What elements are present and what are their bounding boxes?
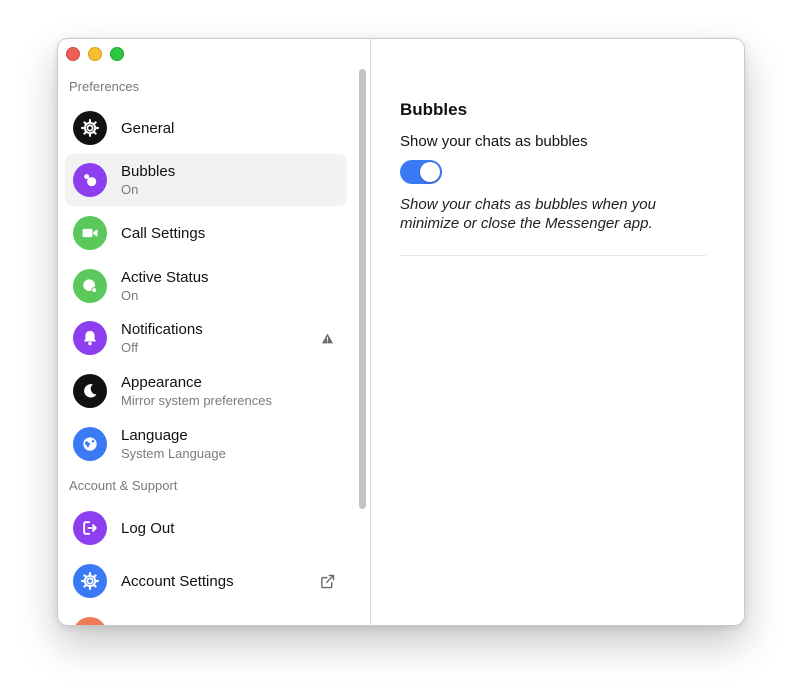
section-header-preferences: Preferences bbox=[69, 79, 140, 94]
logout-icon bbox=[73, 511, 107, 545]
sidebar-item-label: Appearance bbox=[121, 373, 202, 391]
sidebar-item-label: Active Status bbox=[121, 268, 209, 286]
bubbles-setting-description: Show your chats as bubbles when you mini… bbox=[400, 196, 656, 232]
gear-icon bbox=[73, 564, 107, 598]
sidebar-item-account-settings[interactable]: Account Settings bbox=[65, 555, 347, 607]
video-camera-icon bbox=[73, 216, 107, 250]
sidebar-item-label: Log Out bbox=[121, 519, 175, 537]
gear-icon bbox=[73, 111, 107, 145]
preferences-window: Preferences General Bubbles On Call Sett… bbox=[57, 38, 745, 626]
sidebar-item-general[interactable]: General bbox=[65, 102, 347, 154]
section-header-account-support: Account & Support bbox=[69, 478, 178, 493]
sidebar-item-appearance[interactable]: Appearance Mirror system preferences bbox=[65, 365, 347, 417]
zoom-window-button[interactable] bbox=[110, 47, 124, 61]
bell-icon bbox=[73, 321, 107, 355]
bubbles-toggle[interactable] bbox=[400, 160, 442, 184]
external-link-icon bbox=[317, 571, 337, 591]
sidebar-item-language[interactable]: Language System Language bbox=[65, 418, 347, 470]
sidebar-item-label: Bubbles bbox=[121, 162, 176, 180]
sidebar-item-status: Off bbox=[121, 339, 139, 355]
sidebar-item-status: Mirror system preferences bbox=[121, 392, 272, 408]
active-status-icon bbox=[73, 269, 107, 303]
sidebar-item-log-out[interactable]: Log Out bbox=[65, 502, 347, 554]
toggle-knob bbox=[420, 162, 440, 182]
moon-icon bbox=[73, 374, 107, 408]
page-title: Bubbles bbox=[400, 100, 468, 119]
sidebar-item-label: Call Settings bbox=[121, 224, 206, 242]
sidebar-item-active-status[interactable]: Active Status On bbox=[65, 260, 347, 312]
globe-icon bbox=[73, 427, 107, 461]
bubbles-setting-label: Show your chats as bubbles bbox=[400, 133, 588, 150]
sidebar-item-label: Notifications bbox=[121, 320, 203, 338]
sidebar-item-status: On bbox=[121, 181, 139, 197]
window-controls bbox=[66, 47, 124, 61]
sidebar-item-label: General bbox=[121, 119, 175, 137]
sidebar-item-notifications[interactable]: Notifications Off bbox=[65, 312, 347, 364]
sidebar-item-status: On bbox=[121, 287, 139, 303]
sidebar-item-partial[interactable] bbox=[65, 608, 347, 625]
sidebar-item-bubbles[interactable]: Bubbles On bbox=[65, 154, 347, 206]
sidebar-item-label: Account Settings bbox=[121, 572, 234, 590]
sidebar-item-label: Language bbox=[121, 426, 188, 444]
close-window-button[interactable] bbox=[66, 47, 80, 61]
content-pane: Bubbles Show your chats as bubbles Show … bbox=[371, 39, 744, 625]
sidebar-item-call-settings[interactable]: Call Settings bbox=[65, 207, 347, 259]
divider bbox=[400, 255, 706, 256]
sidebar-item-status: System Language bbox=[121, 445, 226, 461]
partial-item-icon bbox=[73, 617, 107, 625]
minimize-window-button[interactable] bbox=[88, 47, 102, 61]
sidebar-scrollbar[interactable] bbox=[359, 69, 366, 509]
bubbles-icon bbox=[73, 163, 107, 197]
warning-icon bbox=[317, 328, 337, 348]
sidebar: Preferences General Bubbles On Call Sett… bbox=[58, 39, 371, 625]
